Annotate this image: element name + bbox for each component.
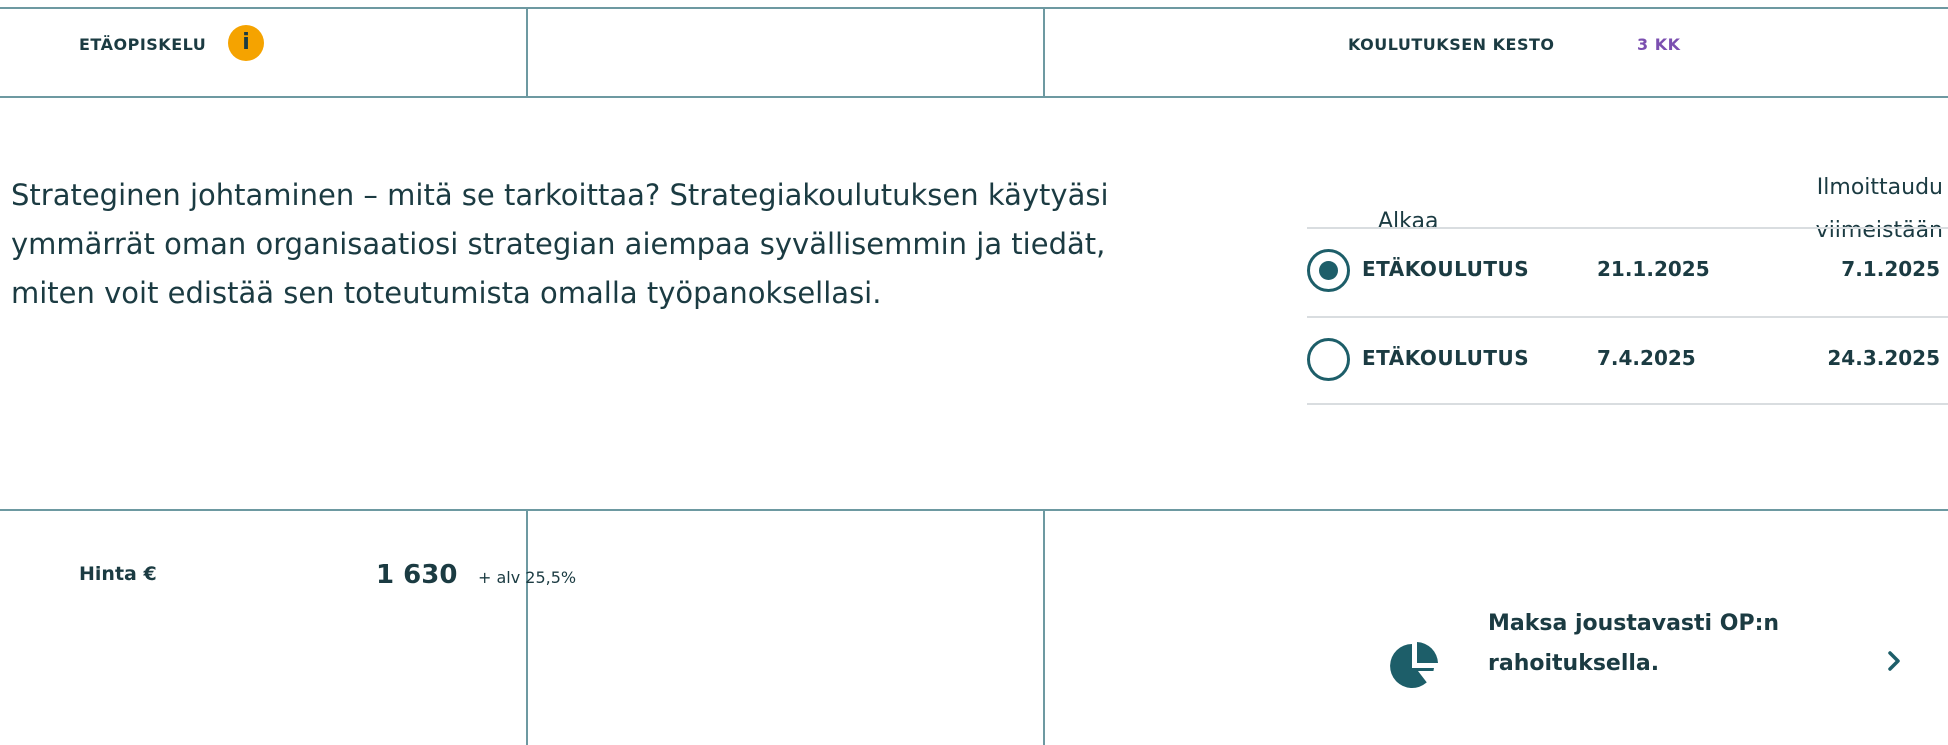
divider — [526, 7, 528, 98]
course-description: Strateginen johtaminen – mitä se tarkoit… — [11, 178, 1109, 310]
divider — [1043, 511, 1045, 745]
option-deadline: 24.3.2025 — [1827, 346, 1940, 370]
chevron-right-icon[interactable] — [1886, 649, 1902, 673]
pie-chart-icon — [1390, 642, 1438, 688]
radio-unselected[interactable] — [1307, 338, 1350, 381]
divider — [1043, 7, 1045, 98]
radio-dot — [1319, 261, 1338, 280]
price-vat: + alv 25,5% — [478, 568, 577, 587]
schedule-option-1[interactable]: ETÄKOULUTUS 21.1.2025 7.1.2025 — [1307, 227, 1948, 316]
deadline-header-line1: Ilmoittaudu — [1816, 175, 1943, 200]
option-name: ETÄKOULUTUS — [1362, 346, 1530, 370]
option-deadline: 7.1.2025 — [1841, 257, 1940, 281]
option-name: ETÄKOULUTUS — [1362, 257, 1530, 281]
option-start-date: 21.1.2025 — [1597, 257, 1710, 281]
price-value: 1 630 — [376, 560, 458, 590]
duration-label: KOULUTUKSEN KESTO — [1348, 35, 1555, 54]
duration-value: 3 KK — [1637, 35, 1681, 54]
divider — [526, 511, 528, 745]
price-label: Hinta € — [79, 563, 157, 585]
option-start-date: 7.4.2025 — [1597, 346, 1696, 370]
study-mode-label: ETÄOPISKELU — [79, 35, 207, 54]
financing-link[interactable]: Maksa joustavasti OP:n rahoituksella. — [1488, 604, 1868, 684]
schedule-option-2[interactable]: ETÄKOULUTUS 7.4.2025 24.3.2025 — [1307, 316, 1948, 405]
info-icon[interactable]: i — [228, 25, 264, 61]
radio-selected[interactable] — [1307, 249, 1350, 292]
